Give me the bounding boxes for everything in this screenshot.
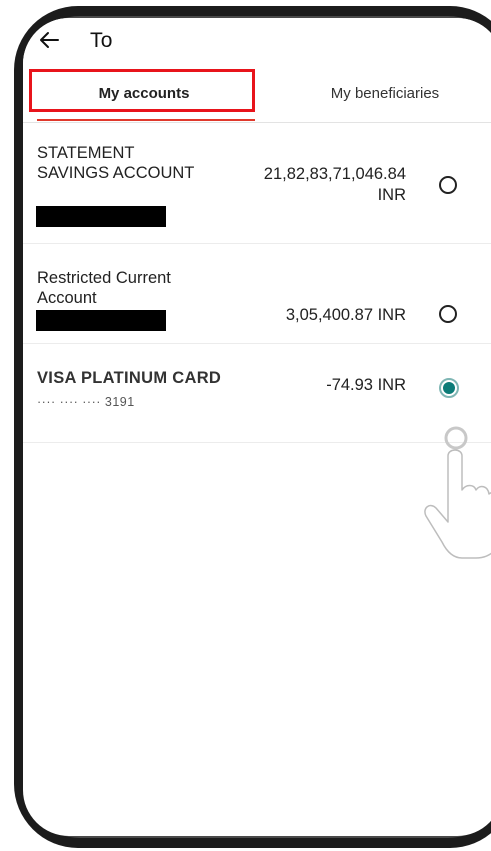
account-name: Restricted Current Account bbox=[37, 269, 171, 307]
masked-card-number: ···· ···· ···· 3191 bbox=[37, 395, 135, 409]
account-tabs: My accounts My beneficiaries bbox=[23, 66, 491, 123]
account-name: STATEMENT SAVINGS ACCOUNT bbox=[37, 144, 195, 182]
account-radio-button[interactable] bbox=[439, 305, 457, 323]
tab-highlight-box bbox=[29, 69, 255, 112]
balance-currency: INR bbox=[377, 186, 406, 204]
redacted-account-number bbox=[36, 310, 166, 331]
account-balance: 3,05,400.87 INR bbox=[285, 306, 406, 324]
radio-selected-dot bbox=[443, 382, 455, 394]
redacted-account-number bbox=[36, 206, 166, 227]
account-name: VISA PLATINUM CARD bbox=[37, 369, 222, 387]
app-header: To bbox=[23, 18, 491, 64]
back-arrow-icon[interactable] bbox=[37, 28, 61, 52]
tapping-hand-icon bbox=[424, 426, 491, 559]
account-radio-button[interactable] bbox=[439, 176, 457, 194]
phone-screen: To My accounts My beneficiaries STATEMEN… bbox=[23, 18, 491, 836]
active-tab-indicator bbox=[37, 119, 255, 121]
page-title: To bbox=[90, 29, 113, 52]
account-balance: 21,82,83,71,046.84 INR bbox=[228, 164, 406, 206]
tab-my-beneficiaries[interactable]: My beneficiaries bbox=[267, 66, 491, 122]
balance-amount: 21,82,83,71,046.84 bbox=[263, 165, 406, 183]
account-list-item[interactable]: Restricted Current Account 3,05,400.87 I… bbox=[23, 244, 491, 344]
account-list-item[interactable]: STATEMENT SAVINGS ACCOUNT 21,82,83,71,04… bbox=[23, 122, 491, 244]
account-radio-button-selected[interactable] bbox=[439, 378, 459, 398]
account-balance: -74.93 INR bbox=[326, 376, 406, 394]
